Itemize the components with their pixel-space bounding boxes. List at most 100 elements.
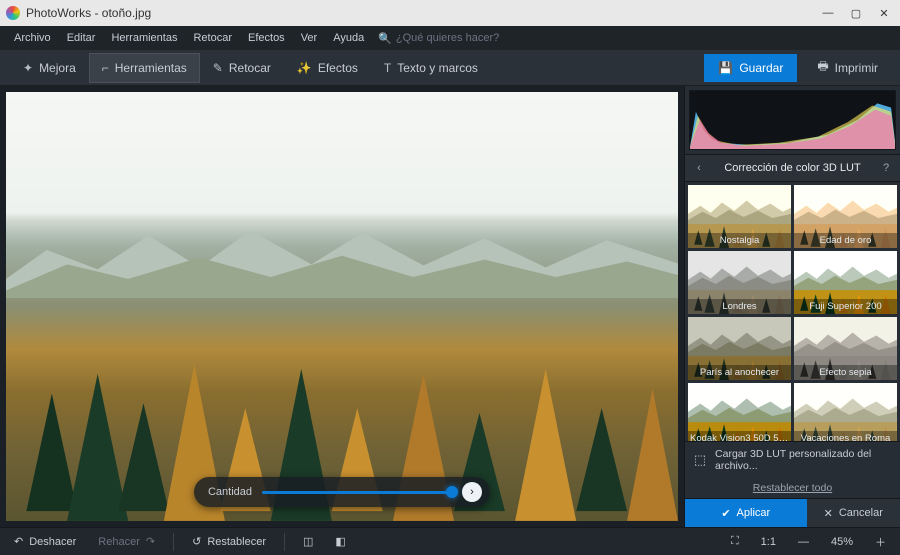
preset-label: Efecto sepia	[794, 365, 897, 380]
before-after-button[interactable]: ◧	[331, 533, 349, 550]
minus-icon: —	[798, 536, 809, 548]
zoom-in-button[interactable]: ＋	[871, 532, 890, 552]
preset-efecto-sepia[interactable]: Efecto sepia	[794, 317, 897, 380]
menu-editar[interactable]: Editar	[61, 30, 102, 46]
load-lut-button[interactable]: ⬚ Cargar 3D LUT personalizado del archiv…	[685, 441, 900, 478]
redo-icon: ↷	[146, 535, 155, 548]
panel-help-button[interactable]: ?	[878, 162, 894, 174]
print-label: Imprimir	[835, 61, 878, 75]
preset-nostalgia[interactable]: Nostalgia	[688, 185, 791, 248]
canvas-area[interactable]: Cantidad ›	[0, 86, 684, 527]
tab-texto[interactable]: T Texto y marcos	[371, 53, 491, 83]
actual-size-button[interactable]: 1:1	[757, 534, 780, 550]
tab-texto-label: Texto y marcos	[397, 61, 478, 75]
compare-button[interactable]: ◫	[299, 533, 317, 550]
toolbar: ✦Mejora ⌐Herramientas ✎Retocar ✨Efectos …	[0, 50, 900, 86]
panel-title: Corrección de color 3D LUT	[707, 162, 878, 174]
tab-mejora[interactable]: ✦Mejora	[10, 53, 89, 83]
preset-label: Edad de oro	[794, 233, 897, 248]
text-icon: T	[384, 61, 391, 75]
print-button[interactable]: 🖶 Imprimir	[805, 54, 890, 82]
side-panel: ‹ Corrección de color 3D LUT ? Nostalgia…	[684, 86, 900, 527]
apply-label: Aplicar	[737, 507, 771, 519]
cube-icon: ⬚	[693, 452, 707, 468]
print-icon: 🖶	[817, 57, 828, 78]
actual-size-label: 1:1	[761, 536, 776, 548]
preset-label: Londres	[688, 299, 791, 314]
amount-knob[interactable]	[446, 486, 458, 498]
amount-slider[interactable]: Cantidad ›	[194, 477, 490, 507]
zoom-label: 45%	[831, 536, 853, 548]
panel-header: ‹ Corrección de color 3D LUT ?	[685, 154, 900, 182]
save-icon: 💾	[718, 61, 733, 75]
tab-efectos[interactable]: ✨Efectos	[284, 53, 371, 83]
tab-retocar[interactable]: ✎ Retocar	[200, 53, 284, 83]
separator	[284, 533, 285, 551]
menu-herramientas[interactable]: Herramientas	[105, 30, 183, 46]
image-content	[6, 221, 678, 298]
save-label: Guardar	[739, 61, 783, 75]
preset-label: Fuji Superior 200	[794, 299, 897, 314]
tab-herramientas[interactable]: ⌐ Herramientas	[89, 53, 200, 83]
help-search[interactable]: 🔍 ¿Qué quieres hacer?	[378, 32, 499, 45]
preset-label: Vacaciones en Roma	[794, 431, 897, 441]
window-title: PhotoWorks - otoño.jpg	[26, 6, 822, 20]
titlebar: PhotoWorks - otoño.jpg — ▢ ✕	[0, 0, 900, 26]
preset-label: París al anochecer	[688, 365, 791, 380]
fit-screen-button[interactable]: ⛶	[727, 533, 743, 550]
amount-label: Cantidad	[208, 486, 252, 498]
zoom-value: 45%	[827, 534, 857, 550]
redo-label: Rehacer	[98, 536, 140, 548]
wand-icon: ✨	[297, 61, 312, 75]
preset-londres[interactable]: Londres	[688, 251, 791, 314]
preset-fuji-superior-200[interactable]: Fuji Superior 200	[794, 251, 897, 314]
zoom-out-button[interactable]: —	[794, 534, 813, 550]
panel-back-button[interactable]: ‹	[691, 162, 707, 174]
preset-grid: NostalgiaEdad de oro LondresFuji Superior…	[685, 182, 900, 441]
save-button[interactable]: 💾 Guardar	[704, 54, 797, 82]
load-lut-label: Cargar 3D LUT personalizado del archivo.…	[715, 448, 892, 472]
reset-label: Restablecer	[207, 536, 266, 548]
close-icon[interactable]: ✕	[878, 7, 890, 20]
separator	[173, 533, 174, 551]
undo-button[interactable]: ↶Deshacer	[10, 533, 80, 550]
menu-retocar[interactable]: Retocar	[187, 30, 238, 46]
menubar: Archivo Editar Herramientas Retocar Efec…	[0, 26, 900, 50]
minimize-icon[interactable]: —	[822, 7, 834, 20]
crop-icon: ⌐	[102, 61, 109, 75]
cancel-button[interactable]: ✕Cancelar	[807, 499, 900, 527]
preset-label: Nostalgia	[688, 233, 791, 248]
before-after-icon: ◧	[335, 535, 345, 548]
compare-icon: ◫	[303, 535, 313, 548]
preset-par-s-al-anochecer[interactable]: París al anochecer	[688, 317, 791, 380]
reset-all-link[interactable]: Restablecer todo	[685, 478, 900, 498]
preset-edad-de-oro[interactable]: Edad de oro	[794, 185, 897, 248]
amount-next-button[interactable]: ›	[462, 482, 482, 502]
tab-mejora-label: Mejora	[39, 61, 76, 75]
brush-icon: ✎	[213, 61, 223, 75]
menu-efectos[interactable]: Efectos	[242, 30, 291, 46]
app-logo-icon	[6, 6, 20, 20]
apply-button[interactable]: ✔ Aplicar	[685, 499, 807, 527]
histogram	[689, 90, 896, 150]
plus-icon: ＋	[875, 534, 886, 550]
menu-ver[interactable]: Ver	[295, 30, 324, 46]
preset-vacaciones-en-roma[interactable]: Vacaciones en Roma	[794, 383, 897, 441]
tab-herramientas-label: Herramientas	[115, 61, 187, 75]
preset-kodak-vision3-50d-5203[interactable]: Kodak Vision3 50D 5203	[688, 383, 791, 441]
amount-track[interactable]	[262, 491, 452, 494]
reset-icon: ↺	[192, 535, 201, 548]
check-icon: ✔	[721, 507, 730, 520]
image-canvas[interactable]: Cantidad ›	[6, 92, 678, 521]
help-search-placeholder: ¿Qué quieres hacer?	[396, 32, 499, 44]
redo-button[interactable]: Rehacer ↷	[94, 533, 159, 550]
reset-button[interactable]: ↺ Restablecer	[188, 533, 270, 550]
x-icon: ✕	[824, 507, 833, 520]
maximize-icon[interactable]: ▢	[850, 7, 862, 20]
footer: ↶Deshacer Rehacer ↷ ↺ Restablecer ◫ ◧ ⛶ 1:…	[0, 527, 900, 555]
search-icon: 🔍	[378, 32, 392, 45]
menu-ayuda[interactable]: Ayuda	[327, 30, 370, 46]
menu-archivo[interactable]: Archivo	[8, 30, 57, 46]
undo-icon: ↶	[14, 535, 23, 548]
tab-retocar-label: Retocar	[229, 61, 271, 75]
